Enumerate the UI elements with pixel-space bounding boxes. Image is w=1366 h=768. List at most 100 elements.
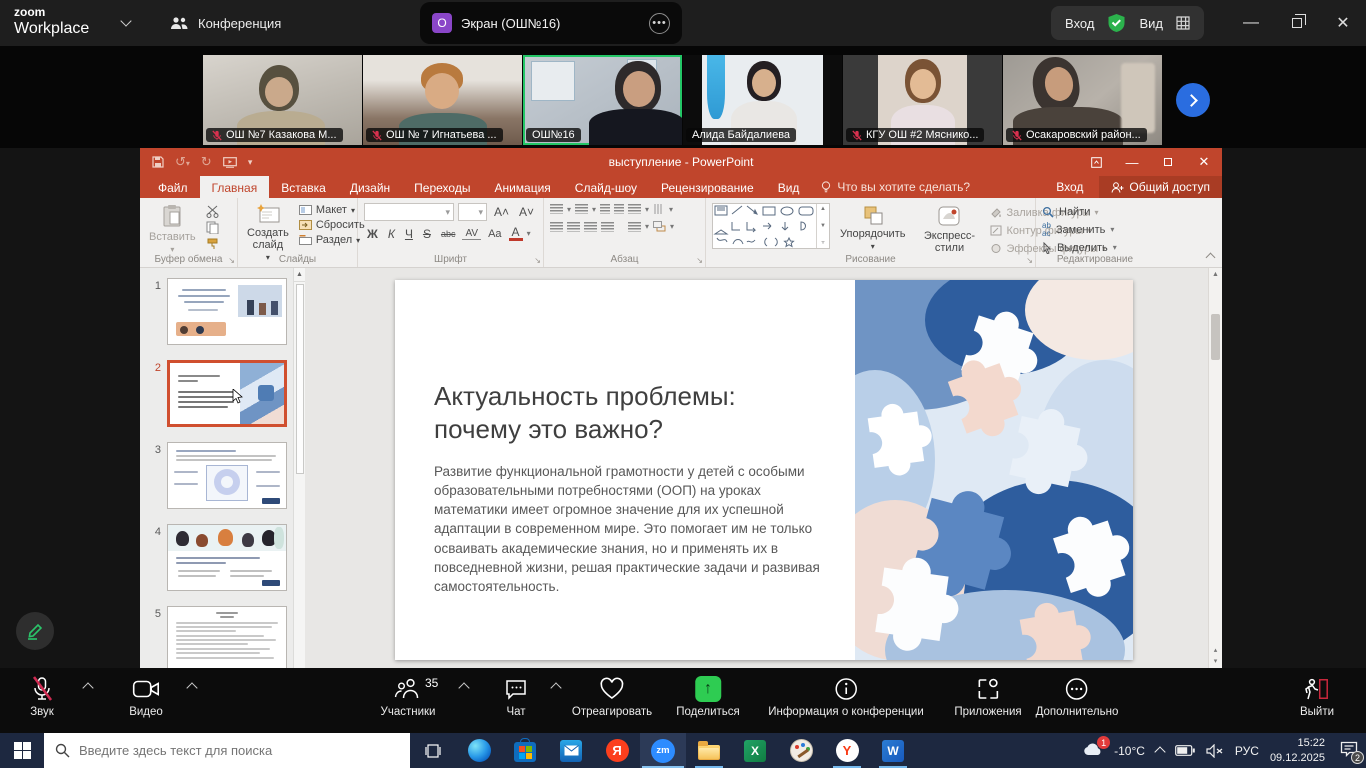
bullets-icon[interactable] xyxy=(550,204,563,214)
next-slide-icon[interactable]: ▾ xyxy=(1209,657,1222,665)
task-view-button[interactable] xyxy=(410,733,456,768)
puzzle-image[interactable] xyxy=(855,280,1133,660)
thumbnail-scrollbar[interactable]: ▲ xyxy=(293,268,305,668)
mail-taskbar-button[interactable] xyxy=(548,733,594,768)
increase-indent-icon[interactable] xyxy=(614,204,624,214)
dialog-launcher-icon[interactable]: ↘ xyxy=(696,256,703,265)
previous-slide-icon[interactable]: ▴ xyxy=(1209,646,1222,654)
notification-center-button[interactable]: 2 xyxy=(1340,741,1358,760)
collapse-ribbon-icon[interactable] xyxy=(1206,253,1216,263)
tray-expand-chevron[interactable] xyxy=(1154,746,1165,757)
copy-icon[interactable] xyxy=(206,221,221,234)
slide-title[interactable]: Актуальность проблемы: почему это важно? xyxy=(434,380,824,445)
save-icon[interactable] xyxy=(152,156,164,168)
reset-button[interactable]: Сбросить xyxy=(299,219,365,231)
numbering-icon[interactable] xyxy=(575,204,588,214)
slide-body-text[interactable]: Развитие функциональной грамотности у де… xyxy=(434,462,830,596)
yandex-taskbar-button[interactable]: Я xyxy=(594,733,640,768)
tab-conference[interactable]: Конференция xyxy=(170,0,281,46)
tab-home[interactable]: Главная xyxy=(200,176,270,198)
paint-taskbar-button[interactable] xyxy=(778,733,824,768)
tab-animations[interactable]: Анимация xyxy=(482,176,562,198)
ribbon-display-options-icon[interactable] xyxy=(1078,148,1114,176)
leave-button[interactable]: Выйти xyxy=(1300,675,1334,718)
find-button[interactable]: Найти xyxy=(1042,204,1117,219)
battery-icon[interactable] xyxy=(1175,745,1195,756)
slide-thumbnail-2-selected[interactable]: 2 xyxy=(146,360,305,427)
close-button[interactable]: ✕ xyxy=(1320,0,1366,46)
explorer-taskbar-button[interactable] xyxy=(686,733,732,768)
video-button[interactable]: Видео xyxy=(129,675,163,718)
dialog-launcher-icon[interactable]: ↘ xyxy=(1026,256,1033,265)
start-button[interactable] xyxy=(0,733,44,768)
font-size-combo[interactable]: ▾ xyxy=(458,203,487,221)
scroll-up-icon[interactable]: ▲ xyxy=(294,268,305,282)
video-tile[interactable]: КГУ ОШ #2 Мяснико... xyxy=(843,55,1002,145)
redo-icon[interactable]: ↻ xyxy=(201,154,212,170)
view-grid-icon[interactable] xyxy=(1176,16,1190,30)
layout-button[interactable]: Макет▾ xyxy=(299,204,365,216)
justify-icon[interactable] xyxy=(601,222,614,232)
view-button[interactable]: Вид xyxy=(1139,16,1163,31)
ppt-signin-button[interactable]: Вход xyxy=(1044,180,1095,194)
taskbar-search[interactable] xyxy=(44,733,410,768)
apps-button[interactable]: Приложения xyxy=(954,675,1021,718)
section-button[interactable]: Раздел▾ xyxy=(299,234,365,246)
scroll-up-icon[interactable]: ▲ xyxy=(1209,268,1222,278)
tab-design[interactable]: Дизайн xyxy=(338,176,402,198)
dialog-launcher-icon[interactable]: ↘ xyxy=(228,256,235,265)
slide-thumbnail-1[interactable]: 1 xyxy=(146,278,305,345)
strikethrough-button[interactable]: S xyxy=(420,227,434,241)
font-color-button[interactable]: А xyxy=(509,226,523,241)
smartart-icon[interactable] xyxy=(653,221,666,232)
chevron-down-icon[interactable] xyxy=(120,15,131,26)
video-tile-active-speaker[interactable]: ОШ№16 xyxy=(523,55,682,145)
decrease-indent-icon[interactable] xyxy=(600,204,610,214)
react-button[interactable]: Отреагировать xyxy=(572,675,652,718)
search-input[interactable] xyxy=(79,743,399,758)
tab-shared-screen[interactable]: O Экран (ОШ№16) ••• xyxy=(420,2,682,44)
format-painter-icon[interactable] xyxy=(206,237,220,250)
chat-options-chevron[interactable] xyxy=(550,682,561,693)
customize-qat-icon[interactable]: ▾ xyxy=(248,157,253,168)
language-indicator[interactable]: РУС xyxy=(1235,744,1259,758)
store-taskbar-button[interactable] xyxy=(502,733,548,768)
word-taskbar-button[interactable]: W xyxy=(870,733,916,768)
next-participants-page-button[interactable] xyxy=(1176,83,1210,117)
undo-icon[interactable]: ↺▾ xyxy=(175,154,190,170)
arrange-button[interactable]: Упорядочить ▾ xyxy=(837,203,908,253)
video-tile[interactable]: ОШ №7 Казакова М... xyxy=(203,55,362,145)
quick-styles-button[interactable]: Экспресс-стили xyxy=(915,203,983,255)
edge-taskbar-button[interactable] xyxy=(456,733,502,768)
dialog-launcher-icon[interactable]: ↘ xyxy=(534,256,541,265)
participants-button[interactable]: 35 Участники xyxy=(381,675,436,718)
video-tile[interactable]: ОШ № 7 Игнатьева ... xyxy=(363,55,522,145)
annotate-button[interactable] xyxy=(16,612,54,650)
slide-thumbnail-5[interactable]: 5 xyxy=(146,606,305,673)
share-screen-button[interactable]: ↑ Поделиться xyxy=(676,675,740,718)
participants-options-chevron[interactable] xyxy=(458,682,469,693)
audio-button[interactable]: Звук xyxy=(30,675,54,718)
align-left-icon[interactable] xyxy=(550,222,563,232)
audio-options-chevron[interactable] xyxy=(82,682,93,693)
start-slideshow-icon[interactable] xyxy=(223,157,237,168)
temperature-label[interactable]: -10°C xyxy=(1114,744,1145,758)
tell-me-box[interactable]: Что вы хотите сделать? xyxy=(811,176,980,198)
zoom-taskbar-button[interactable]: zm xyxy=(640,733,686,768)
italic-button[interactable]: К xyxy=(385,227,398,241)
tab-view[interactable]: Вид xyxy=(766,176,812,198)
clock[interactable]: 15:22 09.12.2025 xyxy=(1270,736,1325,766)
slide-thumbnail-3[interactable]: 3 xyxy=(146,442,305,509)
shadow-button[interactable]: abc xyxy=(438,229,459,239)
grow-font-button[interactable]: A˄ xyxy=(491,205,512,219)
ppt-restore-button[interactable] xyxy=(1150,148,1186,176)
weather-widget[interactable]: 1 xyxy=(1083,742,1103,759)
editor-scrollbar[interactable]: ▲ ▴ ▾ xyxy=(1208,268,1222,668)
replace-button[interactable]: abacЗаменить▾ xyxy=(1042,222,1117,237)
shapes-scrollbar[interactable]: ▲▼▿ xyxy=(816,204,829,248)
chat-button[interactable]: Чат xyxy=(504,675,528,718)
cut-icon[interactable] xyxy=(206,205,220,218)
ppt-close-button[interactable]: ✕ xyxy=(1186,148,1222,176)
change-case-button[interactable]: Aa xyxy=(485,228,504,240)
font-name-combo[interactable]: ▾ xyxy=(364,203,454,221)
